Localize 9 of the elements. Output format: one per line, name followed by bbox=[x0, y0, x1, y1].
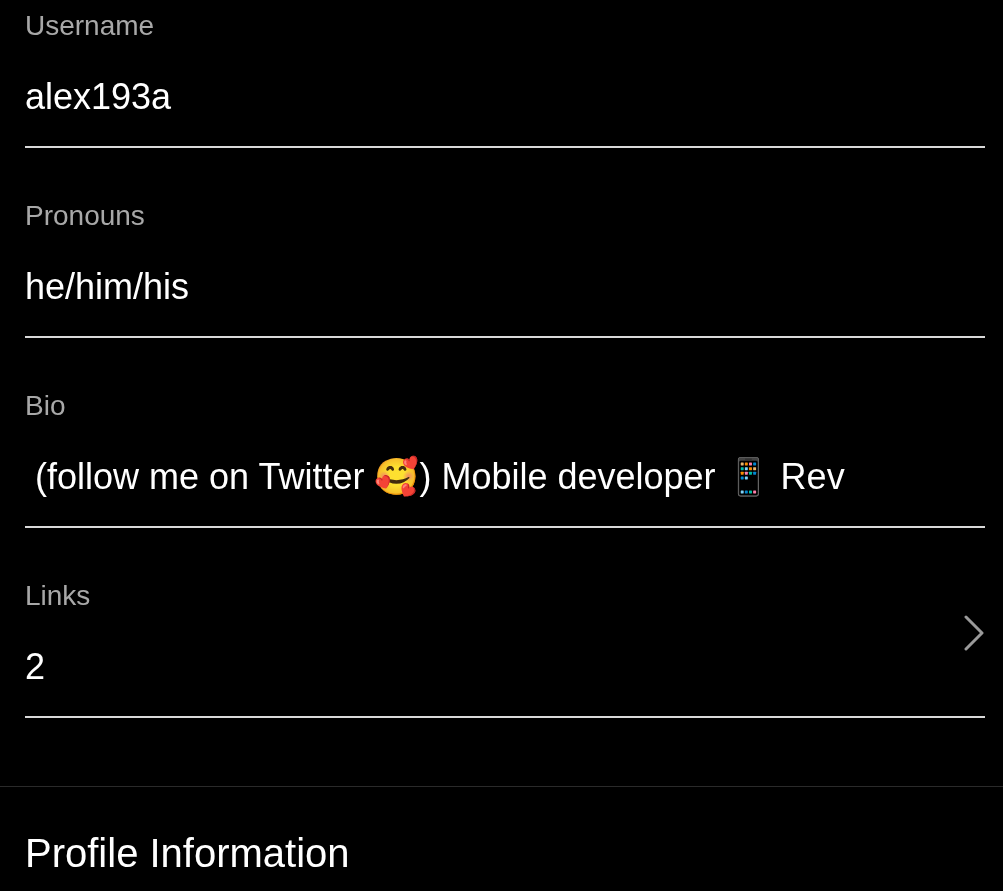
section-title: Profile Information bbox=[25, 830, 351, 877]
field-label: Pronouns bbox=[25, 199, 145, 233]
field-label: Links bbox=[25, 579, 91, 613]
field-label: Bio bbox=[25, 389, 66, 423]
field-value[interactable]: 2 bbox=[25, 642, 46, 692]
field-value[interactable]: alex193a bbox=[25, 72, 172, 122]
field-label: Username bbox=[25, 9, 155, 43]
chevron-right-icon[interactable] bbox=[963, 615, 985, 651]
field-value[interactable]: he/him/his bbox=[25, 262, 190, 312]
